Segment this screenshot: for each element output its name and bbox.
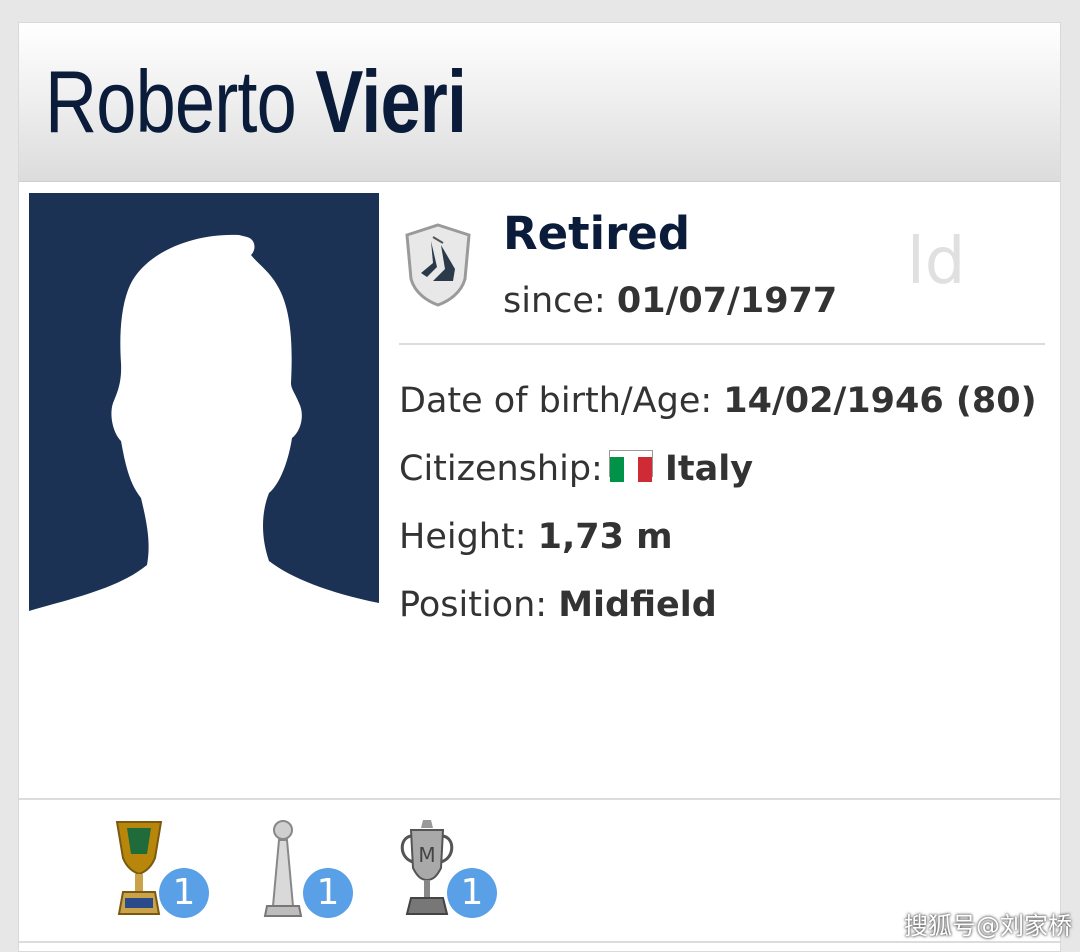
bottom-divider: [19, 941, 1060, 943]
player-silhouette-icon: [29, 193, 379, 637]
height-value: 1,73 m: [537, 517, 673, 557]
trophy-count-badge: 1: [447, 868, 497, 918]
status-block: Retired since: 01/07/1977 ld: [399, 193, 1049, 343]
position-row: Position: Midfield: [399, 585, 717, 625]
position-label: Position:: [399, 585, 548, 625]
since-date: 01/07/1977: [616, 281, 838, 321]
italy-flag-icon: [608, 450, 653, 482]
player-card: Roberto Vieri Retired since: 01/07/1977 …: [18, 22, 1061, 952]
gold-cup-trophy-icon: [115, 821, 163, 915]
retired-boots-shield-icon: [405, 223, 471, 307]
svg-text:M: M: [418, 843, 435, 867]
citizenship-value[interactable]: Italy: [665, 449, 753, 489]
player-name: Roberto Vieri: [45, 47, 467, 157]
dob-value: 14/02/1946 (80): [723, 381, 1037, 421]
height-row: Height: 1,73 m: [399, 517, 673, 557]
dob-row: Date of birth/Age: 14/02/1946 (80): [399, 381, 1037, 421]
player-photo: [29, 193, 379, 637]
ld-watermark: ld: [907, 225, 966, 299]
citizenship-row: Citizenship: Italy: [399, 449, 753, 489]
trophy-item[interactable]: 1: [109, 818, 229, 928]
position-value: Midfield: [558, 585, 717, 625]
since-label: since:: [503, 281, 606, 321]
silver-handled-cup-trophy-icon: M: [400, 820, 454, 915]
status-since: since: 01/07/1977: [503, 281, 837, 321]
source-watermark: 搜狐号@刘家桥: [904, 912, 1072, 940]
player-header: Roberto Vieri: [19, 23, 1060, 182]
player-last-name: Vieri: [315, 52, 467, 151]
dob-label: Date of birth/Age:: [399, 381, 713, 421]
trophy-item[interactable]: M 1: [397, 818, 517, 928]
player-first-name: Roberto: [45, 52, 297, 151]
status-title: Retired: [503, 207, 691, 260]
citizenship-label: Citizenship:: [399, 449, 603, 489]
trophy-count-badge: 1: [303, 868, 353, 918]
trophy-item[interactable]: 1: [253, 818, 373, 928]
trophy-count-badge: 1: [159, 868, 209, 918]
trophies-separator: [19, 798, 1060, 800]
status-divider: [399, 343, 1045, 345]
height-label: Height:: [399, 517, 527, 557]
silver-tower-trophy-icon: [263, 820, 303, 917]
